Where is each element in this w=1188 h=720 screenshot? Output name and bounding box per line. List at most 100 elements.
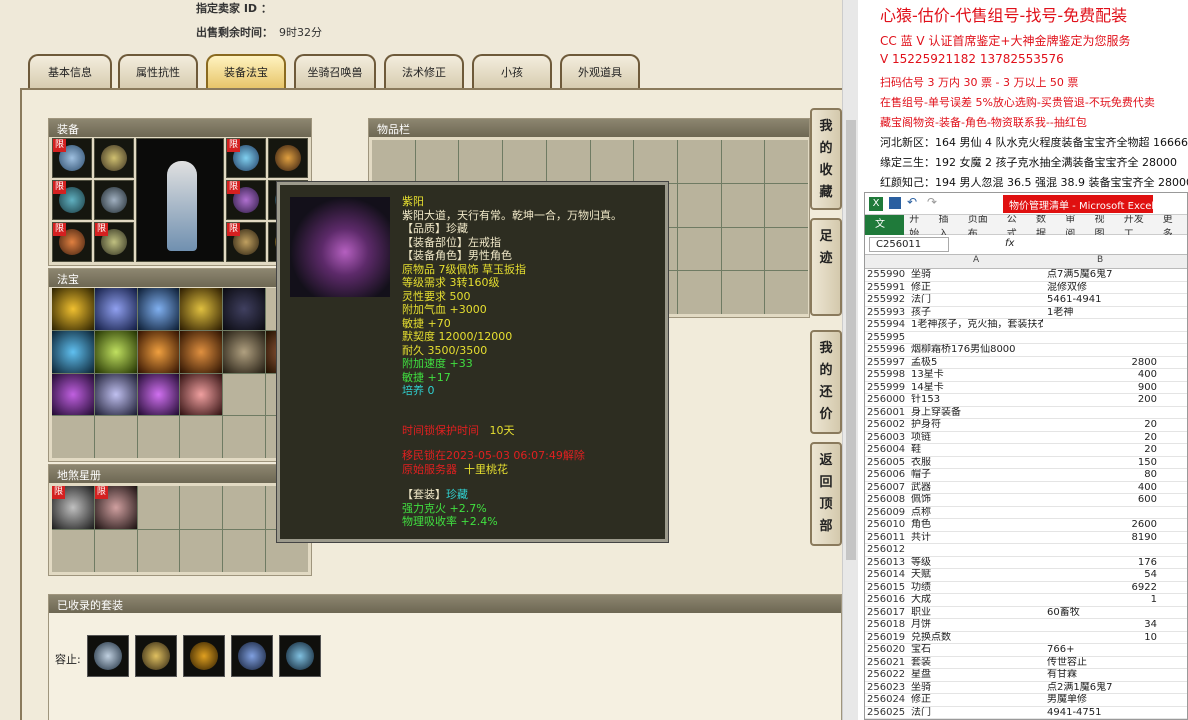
cell-b[interactable]: 4941-4751 xyxy=(1047,707,1157,720)
fabao-empty[interactable] xyxy=(223,416,266,458)
item-cell[interactable] xyxy=(765,271,808,314)
fx-icon[interactable]: fx xyxy=(1005,238,1014,249)
equip-slot-5[interactable]: 限 xyxy=(52,222,92,262)
cell-b[interactable]: 20 xyxy=(1047,432,1157,445)
sheet-row[interactable]: 256005 衣服 150 xyxy=(865,457,1187,470)
item-cell[interactable] xyxy=(372,140,415,183)
cell-a[interactable]: 星盘 xyxy=(911,669,1043,682)
redo-icon[interactable]: ↷ xyxy=(927,195,937,209)
fabao-item[interactable] xyxy=(52,373,94,416)
tab-appearance[interactable]: 外观道具 xyxy=(560,54,640,88)
cell-a[interactable]: 兑换点数 xyxy=(911,632,1043,645)
tab-basic-info[interactable]: 基本信息 xyxy=(28,54,112,88)
cell-b[interactable]: 传世容止 xyxy=(1047,657,1157,670)
my-offers-button[interactable]: 我的还价 xyxy=(810,330,842,434)
fabao-item[interactable] xyxy=(223,288,266,330)
cell-b[interactable]: 点7满5魔6鬼7 xyxy=(1047,269,1157,282)
fabao-item[interactable] xyxy=(180,373,223,416)
star-empty[interactable] xyxy=(223,529,266,572)
item-cell[interactable] xyxy=(503,140,546,183)
sheet-row[interactable]: 256001 身上穿装备 xyxy=(865,407,1187,420)
star-empty[interactable] xyxy=(180,486,223,529)
cell-a[interactable]: 套装 xyxy=(911,657,1043,670)
cell-a[interactable]: 月饼 xyxy=(911,619,1043,632)
set-item[interactable] xyxy=(87,635,129,677)
fabao-item[interactable] xyxy=(180,288,223,330)
page-scrollbar[interactable] xyxy=(842,0,858,720)
sheet-row[interactable]: 255996 烟柳霜桥176男仙8000 xyxy=(865,344,1187,357)
equip-slot-6[interactable]: 限 xyxy=(94,222,134,262)
sheet-row[interactable]: 256015 功绩 6922 xyxy=(865,582,1187,595)
cell-a[interactable]: 14星卡 xyxy=(911,382,1043,395)
star-empty[interactable] xyxy=(52,529,94,572)
sheet-row[interactable]: 256016 大成 1 xyxy=(865,594,1187,607)
cell-a[interactable]: 烟柳霜桥176男仙8000 xyxy=(911,344,1043,357)
item-cell[interactable] xyxy=(590,140,634,183)
sheet-row[interactable]: 256025 法门 4941-4751 xyxy=(865,707,1187,720)
tab-attributes[interactable]: 属性抗性 xyxy=(118,54,198,88)
name-box[interactable]: C256011 xyxy=(869,237,949,252)
item-cell[interactable] xyxy=(459,140,503,183)
cell-b[interactable]: 10 xyxy=(1047,632,1157,645)
fabao-item[interactable] xyxy=(137,373,180,416)
cell-a[interactable]: 针153 xyxy=(911,394,1043,407)
cell-a[interactable]: 帽子 xyxy=(911,469,1043,482)
cell-a[interactable]: 项链 xyxy=(911,432,1043,445)
ribbon-tab-file[interactable]: 文件 xyxy=(865,214,905,250)
sheet-row[interactable]: 256009 点称 xyxy=(865,507,1187,519)
star-empty[interactable] xyxy=(223,486,266,529)
equip-slot-3[interactable]: 限 xyxy=(52,180,92,220)
item-cell[interactable] xyxy=(721,227,765,271)
sheet-row[interactable]: 256000 针153 200 xyxy=(865,394,1187,407)
cell-b[interactable]: 20 xyxy=(1047,444,1157,457)
item-cell[interactable] xyxy=(765,140,808,183)
cell-a[interactable]: 坐骑 xyxy=(911,682,1043,695)
cell-b[interactable]: 80 xyxy=(1047,469,1157,482)
fabao-item[interactable] xyxy=(180,330,223,373)
cell-a[interactable]: 共计 xyxy=(911,532,1043,545)
cell-b[interactable]: 400 xyxy=(1047,482,1157,495)
item-cell[interactable] xyxy=(634,140,677,183)
cell-b[interactable]: 混修双修 xyxy=(1047,282,1157,295)
cell-b[interactable]: 男魔单修 xyxy=(1047,694,1157,707)
cell-b[interactable]: 2600 xyxy=(1047,519,1157,532)
equip-slot-7[interactable]: 限 xyxy=(226,138,266,178)
fabao-empty[interactable] xyxy=(137,416,180,458)
cell-a[interactable]: 孟极5 xyxy=(911,357,1043,370)
footprint-button[interactable]: 足迹 xyxy=(810,218,842,316)
sheet-row[interactable]: 255995 xyxy=(865,332,1187,344)
sheet-row[interactable]: 256002 护身符 20 xyxy=(865,419,1187,432)
fabao-item[interactable] xyxy=(137,288,180,330)
cell-b[interactable]: 150 xyxy=(1047,457,1157,470)
sheet-row[interactable]: 256013 等级 176 xyxy=(865,557,1187,569)
item-cell[interactable] xyxy=(765,227,808,271)
undo-icon[interactable]: ↶ xyxy=(907,195,917,209)
equip-slot-8[interactable] xyxy=(268,138,308,178)
cell-a[interactable]: 身上穿装备 xyxy=(911,407,1043,420)
item-cell[interactable] xyxy=(721,271,765,314)
scrollbar-thumb[interactable] xyxy=(846,120,856,560)
cell-a[interactable]: 武器 xyxy=(911,482,1043,495)
item-cell[interactable] xyxy=(765,183,808,227)
sheet-row[interactable]: 256010 角色 2600 xyxy=(865,519,1187,532)
equip-slot-2[interactable] xyxy=(94,138,134,178)
tab-mounts-pets[interactable]: 坐骑召唤兽 xyxy=(294,54,376,88)
cell-a[interactable]: 13星卡 xyxy=(911,369,1043,382)
cell-b[interactable]: 6922 xyxy=(1047,582,1157,595)
star-empty[interactable] xyxy=(137,529,180,572)
sheet-row[interactable]: 255994 1老神孩子，克火抽，套装扶衣，装备宝宝齐全 xyxy=(865,319,1187,332)
sheet-row[interactable]: 255992 法门 5461-4941 xyxy=(865,294,1187,307)
cell-b[interactable]: 900 xyxy=(1047,382,1157,395)
star-card[interactable]: 限 xyxy=(52,486,94,529)
cell-a[interactable]: 佩饰 xyxy=(911,494,1043,507)
star-empty[interactable] xyxy=(94,529,137,572)
sheet-row[interactable]: 256006 帽子 80 xyxy=(865,469,1187,482)
star-card[interactable]: 限 xyxy=(94,486,137,529)
item-cell[interactable] xyxy=(546,140,590,183)
cell-a[interactable]: 功绩 xyxy=(911,582,1043,595)
sheet-row[interactable]: 256022 星盘 有甘霖 xyxy=(865,669,1187,682)
cell-a[interactable]: 修正 xyxy=(911,694,1043,707)
item-cell[interactable] xyxy=(721,183,765,227)
cell-b[interactable]: 2800 xyxy=(1047,357,1157,370)
tab-spell-correction[interactable]: 法术修正 xyxy=(384,54,464,88)
